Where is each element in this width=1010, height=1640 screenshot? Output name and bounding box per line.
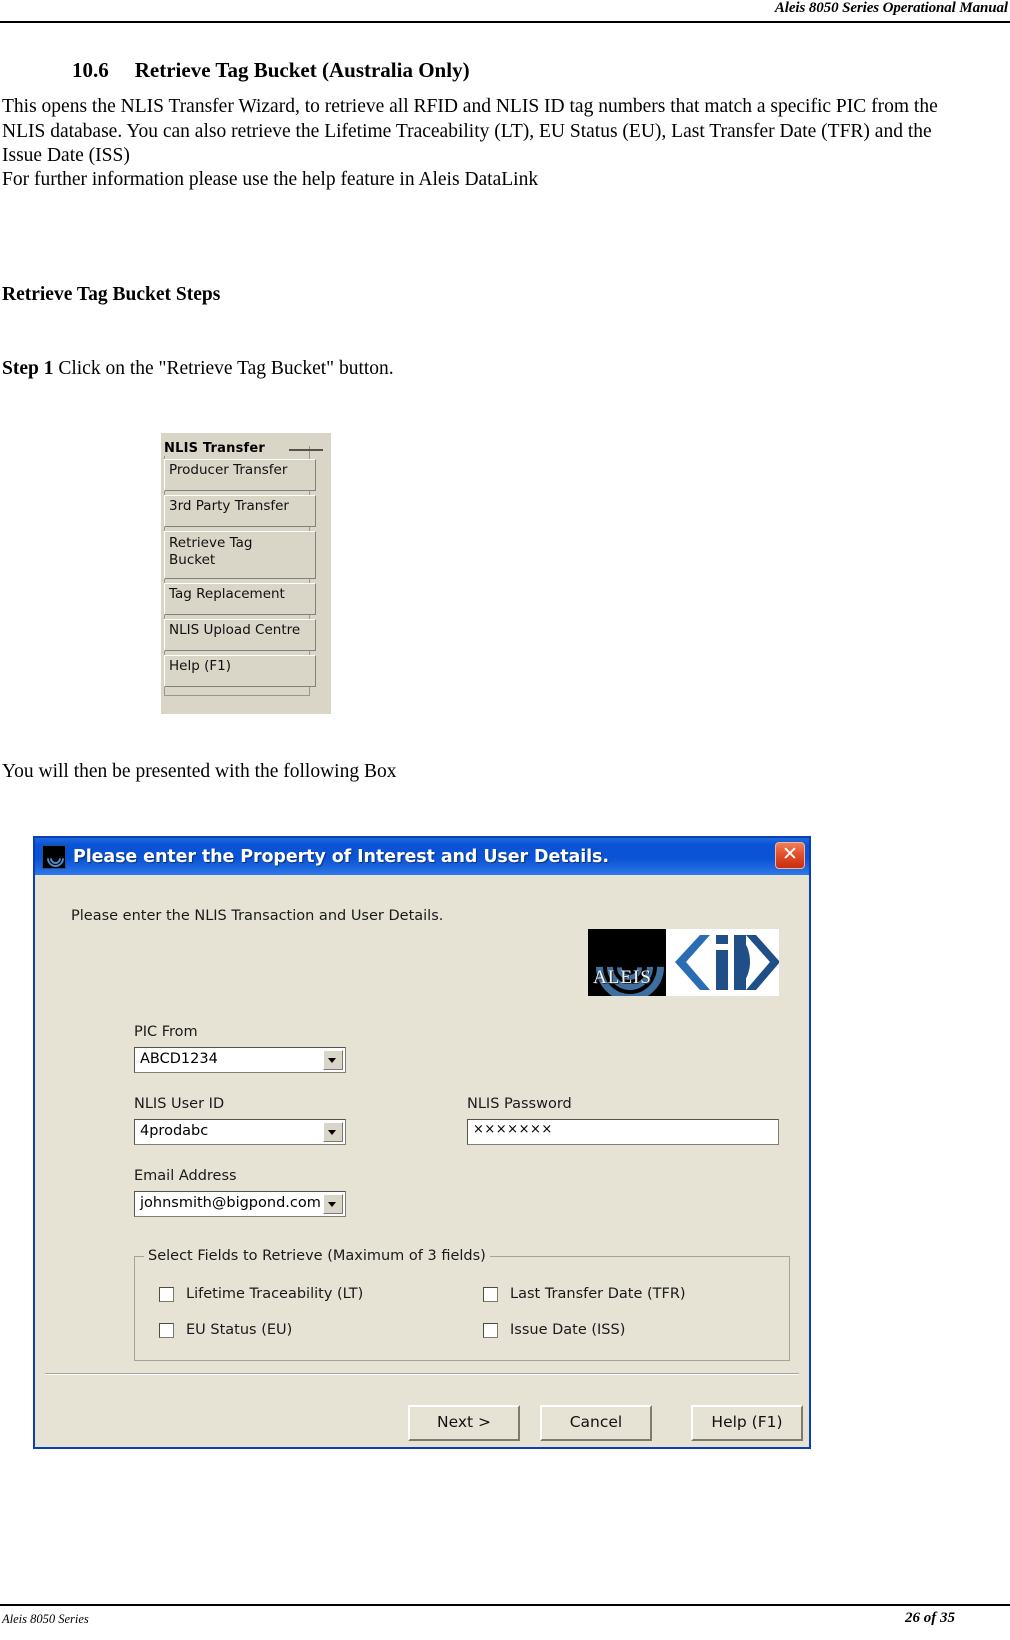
tag-replacement-button[interactable]: Tag Replacement	[164, 583, 316, 615]
aleis-wordmark: ALEIS	[593, 967, 652, 988]
checkbox-icon[interactable]	[159, 1322, 174, 1338]
checkbox-last-transfer-date[interactable]: Last Transfer Date (TFR)	[483, 1286, 686, 1302]
page-footer: Aleis 8050 Series 26 of 35	[0, 1604, 1010, 1640]
page-header: Aleis 8050 Series Operational Manual	[0, 0, 1010, 23]
step-1-text: Click on the "Retrieve Tag Bucket" butto…	[53, 358, 394, 379]
step-1-line: Step 1 Click on the "Retrieve Tag Bucket…	[2, 358, 394, 380]
email-address-value: johnsmith@bigpond.com	[140, 1195, 321, 1211]
pic-from-combobox[interactable]: ABCD1234	[134, 1047, 346, 1073]
nlis-group-rule	[289, 449, 323, 451]
header-rule	[0, 21, 1010, 23]
producer-transfer-button[interactable]: Producer Transfer	[164, 459, 316, 491]
nlis-user-id-label: NLIS User ID	[134, 1096, 225, 1112]
cancel-button[interactable]: Cancel	[540, 1405, 652, 1441]
pic-from-value: ABCD1234	[140, 1051, 218, 1067]
dialog-separator	[45, 1373, 799, 1375]
nlis-group-label: NLIS Transfer	[164, 441, 268, 456]
nlis-transfer-panel: NLIS Transfer Producer Transfer 3rd Part…	[161, 433, 331, 714]
pic-from-label: PIC From	[134, 1024, 198, 1040]
nlis-password-field[interactable]: ×××××××	[467, 1119, 779, 1145]
page-title: 10.6 Retrieve Tag Bucket (Australia Only)	[72, 58, 470, 83]
email-address-combobox[interactable]: johnsmith@bigpond.com	[134, 1191, 346, 1217]
next-button[interactable]: Next >	[408, 1405, 520, 1441]
checkbox-issue-date[interactable]: Issue Date (ISS)	[483, 1322, 625, 1338]
nlis-user-id-combobox[interactable]: 4prodabc	[134, 1119, 346, 1145]
aleis-app-icon	[42, 844, 68, 871]
checkbox-icon[interactable]	[159, 1286, 174, 1302]
nlis-id-glyph	[675, 935, 779, 990]
section-title: Retrieve Tag Bucket (Australia Only)	[134, 58, 470, 82]
close-icon[interactable]: ✕	[775, 842, 805, 869]
help-paragraph: For further information please use the h…	[2, 169, 539, 190]
manual-title: Aleis 8050 Series Operational Manual	[774, 0, 1008, 16]
chevron-down-icon[interactable]	[323, 1122, 343, 1142]
nlis-details-dialog: Please enter the Property of Interest an…	[33, 836, 811, 1449]
dialog-titlebar: Please enter the Property of Interest an…	[35, 838, 809, 875]
checkbox-icon[interactable]	[483, 1286, 498, 1302]
dialog-help-button[interactable]: Help (F1)	[691, 1405, 803, 1441]
section-number: 10.6	[72, 58, 109, 82]
checkbox-lifetime-traceability[interactable]: Lifetime Traceability (LT)	[159, 1286, 363, 1302]
nlis-password-value: ×××××××	[473, 1122, 553, 1137]
after-screenshot-text: You will then be presented with the foll…	[2, 761, 397, 782]
chevron-down-icon[interactable]	[323, 1194, 343, 1214]
email-address-label: Email Address	[134, 1168, 237, 1184]
select-fields-groupbox: Select Fields to Retrieve (Maximum of 3 …	[134, 1248, 790, 1361]
retrieve-tag-bucket-button[interactable]: Retrieve Tag Bucket	[164, 531, 316, 579]
footer-rule	[0, 1604, 1010, 1606]
dialog-instruction: Please enter the NLIS Transaction and Us…	[71, 908, 444, 924]
third-party-transfer-button[interactable]: 3rd Party Transfer	[164, 495, 316, 527]
checkbox-eu-status[interactable]: EU Status (EU)	[159, 1322, 292, 1338]
select-fields-title: Select Fields to Retrieve (Maximum of 3 …	[144, 1248, 490, 1264]
checkbox-label: Issue Date (ISS)	[510, 1322, 626, 1338]
chevron-down-icon[interactable]	[323, 1050, 343, 1070]
nlis-help-button[interactable]: Help (F1)	[164, 655, 316, 687]
nlis-user-id-value: 4prodabc	[140, 1123, 209, 1139]
checkbox-label: Lifetime Traceability (LT)	[186, 1286, 364, 1302]
aleis-logo: ALEIS	[588, 929, 666, 996]
footer-document-name: Aleis 8050 Series	[2, 1612, 89, 1626]
checkbox-label: Last Transfer Date (TFR)	[510, 1286, 686, 1302]
nlis-id-logo	[666, 929, 779, 996]
steps-heading: Retrieve Tag Bucket Steps	[2, 284, 221, 305]
checkbox-label: EU Status (EU)	[186, 1322, 293, 1338]
step-1-label: Step 1	[2, 358, 54, 379]
intro-paragraph: This opens the NLIS Transfer Wizard, to …	[2, 96, 938, 166]
nlis-upload-centre-button[interactable]: NLIS Upload Centre	[164, 619, 316, 651]
dialog-title: Please enter the Property of Interest an…	[73, 846, 609, 867]
checkbox-icon[interactable]	[483, 1322, 498, 1338]
nlis-password-label: NLIS Password	[467, 1096, 572, 1112]
footer-page-number: 26 of 35	[905, 1610, 955, 1626]
dialog-body: Please enter the NLIS Transaction and Us…	[35, 875, 809, 1447]
